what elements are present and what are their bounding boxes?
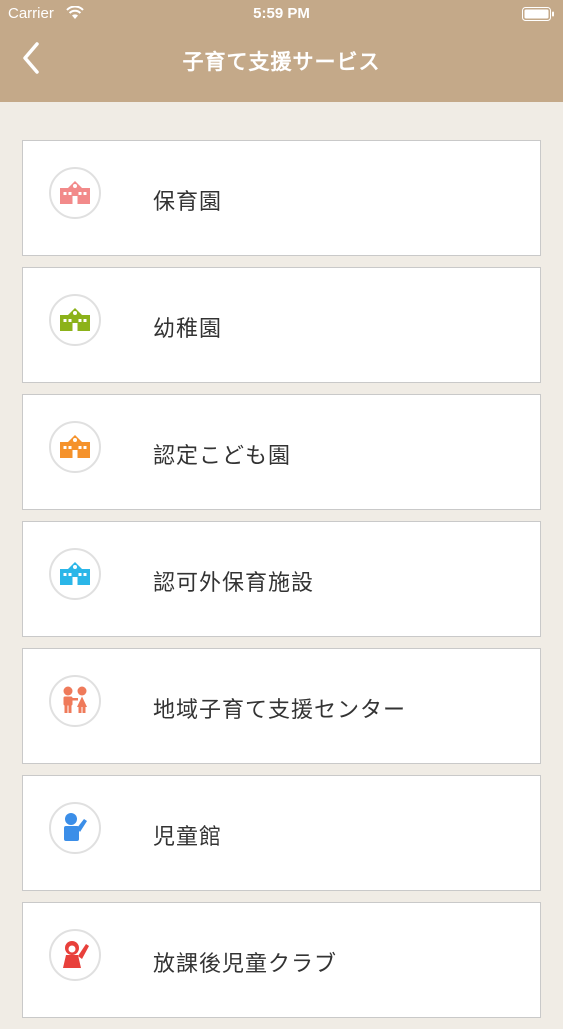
list-item-label: 認可外保育施設 [153,571,315,596]
service-list: 保育園 幼稚園 認定こども園 認可外保育施設 地域子育て支援センター 児童館 放… [22,140,541,1029]
list-item-label: 地域子育て支援センター [153,698,407,723]
list-item-hoikuen[interactable]: 保育園 [22,140,541,256]
list-item-label: 幼稚園 [153,317,223,342]
school-building-icon [49,167,101,219]
list-item-houkago-jido-club[interactable]: 放課後児童クラブ [22,902,541,1018]
list-item-jidokan[interactable]: 児童館 [22,775,541,891]
battery-icon [522,7,554,21]
school-building-icon [49,548,101,600]
navigation-bar: 子育て支援サービス [0,30,563,102]
page-title: 子育て支援サービス [182,50,381,74]
list-item-kosodate-shien-center[interactable]: 地域子育て支援センター [22,648,541,764]
list-item-label: 認定こども園 [153,444,292,469]
list-item-label: 保育園 [153,190,223,215]
clock-time: 5:59 PM [253,5,310,22]
children-icon [49,675,101,727]
school-building-icon [49,294,101,346]
list-item-label: 児童館 [153,825,223,850]
list-item-yochien[interactable]: 幼稚園 [22,267,541,383]
child-raising-hand-icon [49,929,101,981]
school-building-icon [49,421,101,473]
list-item-ninkagai-hoiku[interactable]: 認可外保育施設 [22,521,541,637]
list-item-nintei-kodomoen[interactable]: 認定こども園 [22,394,541,510]
list-item-label: 放課後児童クラブ [153,952,338,977]
child-waving-icon [49,802,101,854]
status-bar: Carrier 5:59 PM [0,0,563,30]
